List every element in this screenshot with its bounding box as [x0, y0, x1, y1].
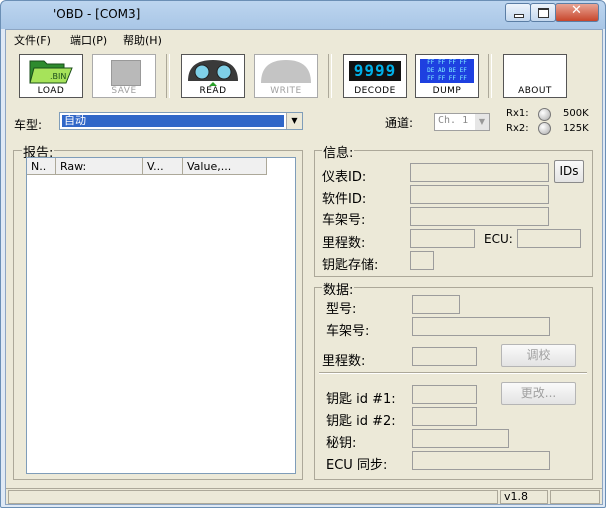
software-id-label: 软件ID:: [322, 192, 367, 207]
channel-select[interactable]: Ch. 1 ▼: [434, 113, 490, 131]
toolbar-separator: [328, 54, 332, 98]
about-label: ABOUT: [518, 86, 552, 96]
toolbar-separator: [166, 54, 170, 98]
column-header[interactable]: N..: [27, 158, 56, 175]
maximize-button[interactable]: [530, 3, 556, 22]
app-window: 'OBD - [COM3] ✕ 文件(F) 端口(P) 帮助(H) .BIN L…: [0, 0, 606, 508]
channel-label: 通道:: [385, 116, 414, 130]
key-storage-field[interactable]: [410, 251, 434, 270]
secret-key-label: 秘钥:: [326, 436, 357, 451]
info-mileage-label: 里程数:: [322, 236, 366, 251]
menu-bar: 文件(F) 端口(P) 帮助(H): [6, 30, 602, 48]
calibrate-button[interactable]: 调校: [501, 344, 576, 367]
svg-text:.BIN: .BIN: [50, 72, 66, 81]
save-label: SAVE: [111, 86, 137, 96]
minimize-icon: [514, 14, 524, 18]
chevron-down-icon[interactable]: ▼: [475, 114, 489, 130]
write-button[interactable]: WRITE: [254, 54, 318, 98]
ecu-field[interactable]: [517, 229, 581, 248]
dump-line: FF FF FF FF: [427, 75, 467, 82]
rx2-led-icon: [538, 122, 551, 135]
rx2-label: Rx2:: [506, 123, 529, 134]
status-pane: [550, 490, 600, 504]
version-pane: v1.8: [500, 490, 548, 504]
data-group-divider: [319, 372, 587, 374]
rx2-rate: 125K: [563, 123, 589, 134]
rx1-rate: 500K: [563, 108, 589, 119]
decode-button[interactable]: 9999 DECODE: [343, 54, 407, 98]
toolbar-separator: [488, 54, 492, 98]
status-bar: v1.8: [6, 488, 602, 505]
key2-label: 钥匙 id #2:: [326, 414, 396, 429]
change-button[interactable]: 更改...: [501, 382, 576, 405]
status-pane: [8, 490, 498, 504]
model-field[interactable]: [412, 295, 460, 314]
data-mileage-label: 里程数:: [322, 354, 366, 369]
column-header[interactable]: Value,...: [183, 158, 267, 175]
car-type-select[interactable]: 自动 ▼: [59, 112, 303, 130]
dash-id-field[interactable]: [410, 163, 549, 182]
key1-label: 钥匙 id #1:: [326, 392, 396, 407]
rx1-label: Rx1:: [506, 108, 529, 119]
ecu-sync-field[interactable]: [412, 451, 550, 470]
dump-button[interactable]: FF FF FF FF DE AD BE EF FF FF FF FF DUMP: [415, 54, 479, 98]
dump-line: DE AD BE EF: [427, 67, 467, 74]
menu-port[interactable]: 端口(P): [70, 32, 107, 48]
decode-label: DECODE: [354, 86, 396, 96]
data-vin-label: 车架号:: [326, 324, 370, 339]
decode-display: 9999: [349, 61, 401, 81]
data-group-label: 数据:: [322, 279, 355, 298]
load-button[interactable]: .BIN LOAD: [19, 54, 83, 98]
dump-display: FF FF FF FF DE AD BE EF FF FF FF FF: [420, 59, 474, 83]
minimize-button[interactable]: [505, 3, 531, 22]
dash-id-label: 仪表ID:: [322, 170, 367, 185]
menu-file[interactable]: 文件(F): [14, 32, 51, 48]
write-label: WRITE: [270, 86, 302, 96]
channel-value: Ch. 1: [438, 115, 469, 126]
chevron-down-icon[interactable]: ▼: [286, 113, 302, 129]
dump-line: FF FF FF FF: [427, 59, 467, 66]
close-button[interactable]: ✕: [555, 3, 599, 22]
client-area: 文件(F) 端口(P) 帮助(H) .BIN LOAD SAVE READ WR…: [5, 29, 603, 505]
toolbar: .BIN LOAD SAVE READ WRITE 9999 DECODE FF…: [6, 50, 602, 104]
data-mileage-field[interactable]: [412, 347, 477, 366]
close-icon: ✕: [571, 3, 582, 18]
read-label: READ: [199, 86, 227, 96]
report-list[interactable]: N.. Raw: V... Value,...: [26, 157, 296, 474]
info-group-label: 信息:: [322, 142, 355, 161]
about-button[interactable]: ABOUT: [503, 54, 567, 98]
info-vin-label: 车架号:: [322, 213, 366, 228]
maximize-icon: [538, 8, 549, 18]
rx1-led-icon: [538, 108, 551, 121]
data-vin-field[interactable]: [412, 317, 550, 336]
dump-label: DUMP: [432, 86, 462, 96]
key1-field[interactable]: [412, 385, 477, 404]
title-bar[interactable]: 'OBD - [COM3] ✕: [1, 1, 605, 29]
ecu-sync-label: ECU 同步:: [326, 458, 388, 473]
info-vin-field[interactable]: [410, 207, 549, 226]
car-type-label: 车型:: [14, 118, 43, 132]
save-button[interactable]: SAVE: [92, 54, 156, 98]
key-storage-label: 钥匙存储:: [322, 258, 379, 273]
load-label: LOAD: [37, 86, 65, 96]
column-header[interactable]: Raw:: [56, 158, 143, 175]
floppy-icon: [111, 60, 141, 86]
dashboard-disabled-icon: [261, 60, 311, 83]
secret-key-field[interactable]: [412, 429, 509, 448]
dashboard-icon: [188, 60, 238, 86]
column-header[interactable]: V...: [143, 158, 183, 175]
software-id-field[interactable]: [410, 185, 549, 204]
ecu-label: ECU:: [484, 232, 513, 246]
key2-field[interactable]: [412, 407, 477, 426]
ids-button[interactable]: IDs: [554, 160, 584, 183]
window-title: 'OBD - [COM3]: [53, 7, 141, 21]
menu-help[interactable]: 帮助(H): [123, 32, 162, 48]
car-type-value: 自动: [62, 115, 284, 127]
model-label: 型号:: [326, 302, 357, 317]
folder-icon: .BIN: [29, 60, 73, 84]
read-button[interactable]: READ: [181, 54, 245, 98]
info-mileage-field[interactable]: [410, 229, 475, 248]
